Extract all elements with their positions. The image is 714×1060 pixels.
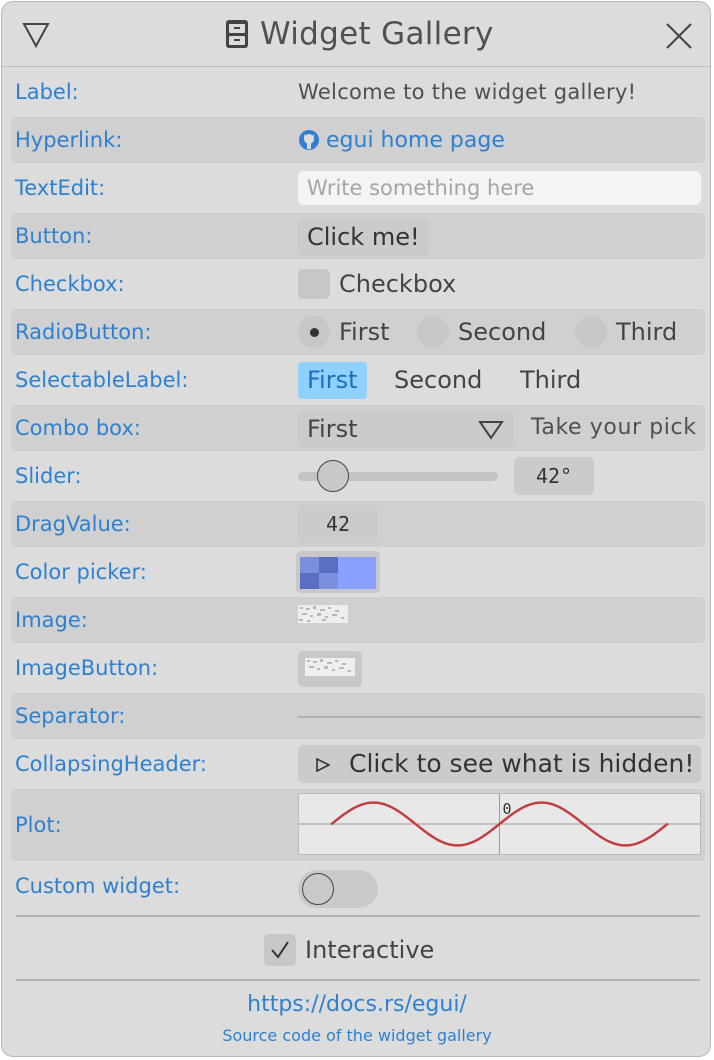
row-hyperlink: Hyperlink: egui home page <box>11 117 705 163</box>
radio-circle[interactable] <box>575 316 607 348</box>
color-solid <box>338 557 376 589</box>
row-collapsing: CollapsingHeader: Click to see what is h… <box>11 741 705 787</box>
combo-hint: Take your pick <box>531 415 697 440</box>
text-input[interactable]: Write something here <box>298 171 701 205</box>
row-imagebutton-name: ImageButton: <box>15 656 159 680</box>
row-collapsing-name: CollapsingHeader: <box>15 752 207 776</box>
radio-second[interactable]: Second <box>417 309 546 355</box>
row-colorpicker-name: Color picker: <box>15 560 147 584</box>
row-label-name: Label: <box>15 80 79 104</box>
click-me-button[interactable]: Click me! <box>298 218 429 256</box>
radio-circle[interactable] <box>417 316 449 348</box>
slider-handle[interactable] <box>317 460 349 492</box>
row-radio-name: RadioButton: <box>15 320 152 344</box>
row-imagebutton: ImageButton: <box>11 645 705 691</box>
selectable-third[interactable]: Third <box>511 362 590 399</box>
alpha-checker <box>300 557 338 589</box>
row-custom-name: Custom widget: <box>15 874 181 898</box>
row-plot: Plot: 0 <box>11 789 705 861</box>
row-image: Image: <box>11 597 705 643</box>
radio-circle-selected[interactable] <box>298 316 330 348</box>
collapsing-header[interactable]: Click to see what is hidden! <box>298 745 701 783</box>
row-image-name: Image: <box>15 608 88 632</box>
interactive-checkbox-box[interactable] <box>264 934 296 966</box>
selectable-first[interactable]: First <box>298 362 367 399</box>
row-slider: Slider: 42° <box>11 453 705 499</box>
row-slider-name: Slider: <box>15 464 82 488</box>
row-button: Button: Click me! <box>11 213 705 259</box>
row-textedit: TextEdit: Write something here <box>11 165 705 211</box>
radio-second-label[interactable]: Second <box>458 318 546 346</box>
radio-first[interactable]: First <box>298 309 390 355</box>
welcome-label: Welcome to the widget gallery! <box>298 80 637 104</box>
footer-separator-top <box>16 915 700 917</box>
row-separator: Separator: <box>11 693 705 739</box>
color-swatch[interactable] <box>300 557 376 589</box>
row-checkbox-name: Checkbox: <box>15 272 125 296</box>
image-button[interactable] <box>298 651 362 687</box>
close-icon[interactable] <box>664 21 694 51</box>
window-title: Widget Gallery <box>224 12 494 56</box>
row-radio: RadioButton: First Second Third <box>11 309 705 355</box>
row-selectable-name: SelectableLabel: <box>15 368 189 392</box>
checkmark-icon <box>271 941 289 959</box>
row-hyperlink-name: Hyperlink: <box>15 128 123 152</box>
toggle-switch[interactable] <box>298 870 378 908</box>
interactive-checkbox[interactable]: Interactive <box>264 932 434 968</box>
row-colorpicker: Color picker: <box>11 549 705 595</box>
egui-home-link-text[interactable]: egui home page <box>326 128 505 153</box>
image-thumbnail <box>298 605 348 623</box>
source-code-link[interactable]: Source code of the widget gallery <box>2 1026 710 1045</box>
combo-box[interactable]: First <box>298 410 514 448</box>
interactive-label[interactable]: Interactive <box>305 936 434 964</box>
triangle-right-icon[interactable] <box>316 758 330 772</box>
collapsing-header-text[interactable]: Click to see what is hidden! <box>349 745 694 783</box>
color-picker-button[interactable] <box>296 551 380 593</box>
row-plot-name: Plot: <box>15 813 62 837</box>
plot-tick-label: 0 <box>503 800 512 818</box>
row-selectable: SelectableLabel: First Second Third <box>11 357 705 403</box>
footer-separator-bottom <box>16 979 700 981</box>
widget-gallery-window: Widget Gallery Label: Welcome to the wid… <box>1 1 711 1057</box>
checkbox-label[interactable]: Checkbox <box>339 261 456 307</box>
triangle-down-icon[interactable] <box>478 420 504 440</box>
triangle-down-icon[interactable] <box>22 21 50 49</box>
window-title-text: Widget Gallery <box>260 16 494 52</box>
row-button-name: Button: <box>15 224 93 248</box>
egui-home-link[interactable]: egui home page <box>298 117 705 163</box>
plot-svg[interactable]: 0 <box>299 794 700 854</box>
drag-value-field[interactable]: 42 <box>298 505 378 543</box>
docs-link[interactable]: https://docs.rs/egui/ <box>2 992 710 1017</box>
plot-area[interactable]: 0 <box>298 793 701 855</box>
radio-first-label[interactable]: First <box>339 318 390 346</box>
checkbox[interactable]: Checkbox <box>298 261 705 307</box>
row-dragvalue-name: DragValue: <box>15 512 131 536</box>
separator-line <box>298 716 701 718</box>
row-separator-name: Separator: <box>15 704 126 728</box>
image-button-thumbnail[interactable] <box>305 658 355 676</box>
checkbox-box[interactable] <box>298 269 330 299</box>
combo-value[interactable]: First <box>307 410 358 448</box>
radio-third[interactable]: Third <box>575 309 677 355</box>
github-icon <box>299 130 319 150</box>
row-combo-name: Combo box: <box>15 416 141 440</box>
selectable-second[interactable]: Second <box>385 362 491 399</box>
file-cabinet-icon <box>226 20 248 48</box>
row-textedit-name: TextEdit: <box>15 176 106 200</box>
row-checkbox: Checkbox: Checkbox <box>11 261 705 307</box>
row-dragvalue: DragValue: 42 <box>11 501 705 547</box>
row-custom: Custom widget: <box>11 863 705 909</box>
toggle-knob[interactable] <box>302 873 334 905</box>
radio-third-label[interactable]: Third <box>616 318 677 346</box>
row-combo: Combo box: First Take your pick <box>11 405 705 451</box>
title-separator <box>2 66 710 67</box>
title-bar[interactable]: Widget Gallery <box>2 2 710 67</box>
slider-value-field[interactable]: 42° <box>514 457 594 495</box>
row-label: Label: Welcome to the widget gallery! <box>11 69 705 115</box>
